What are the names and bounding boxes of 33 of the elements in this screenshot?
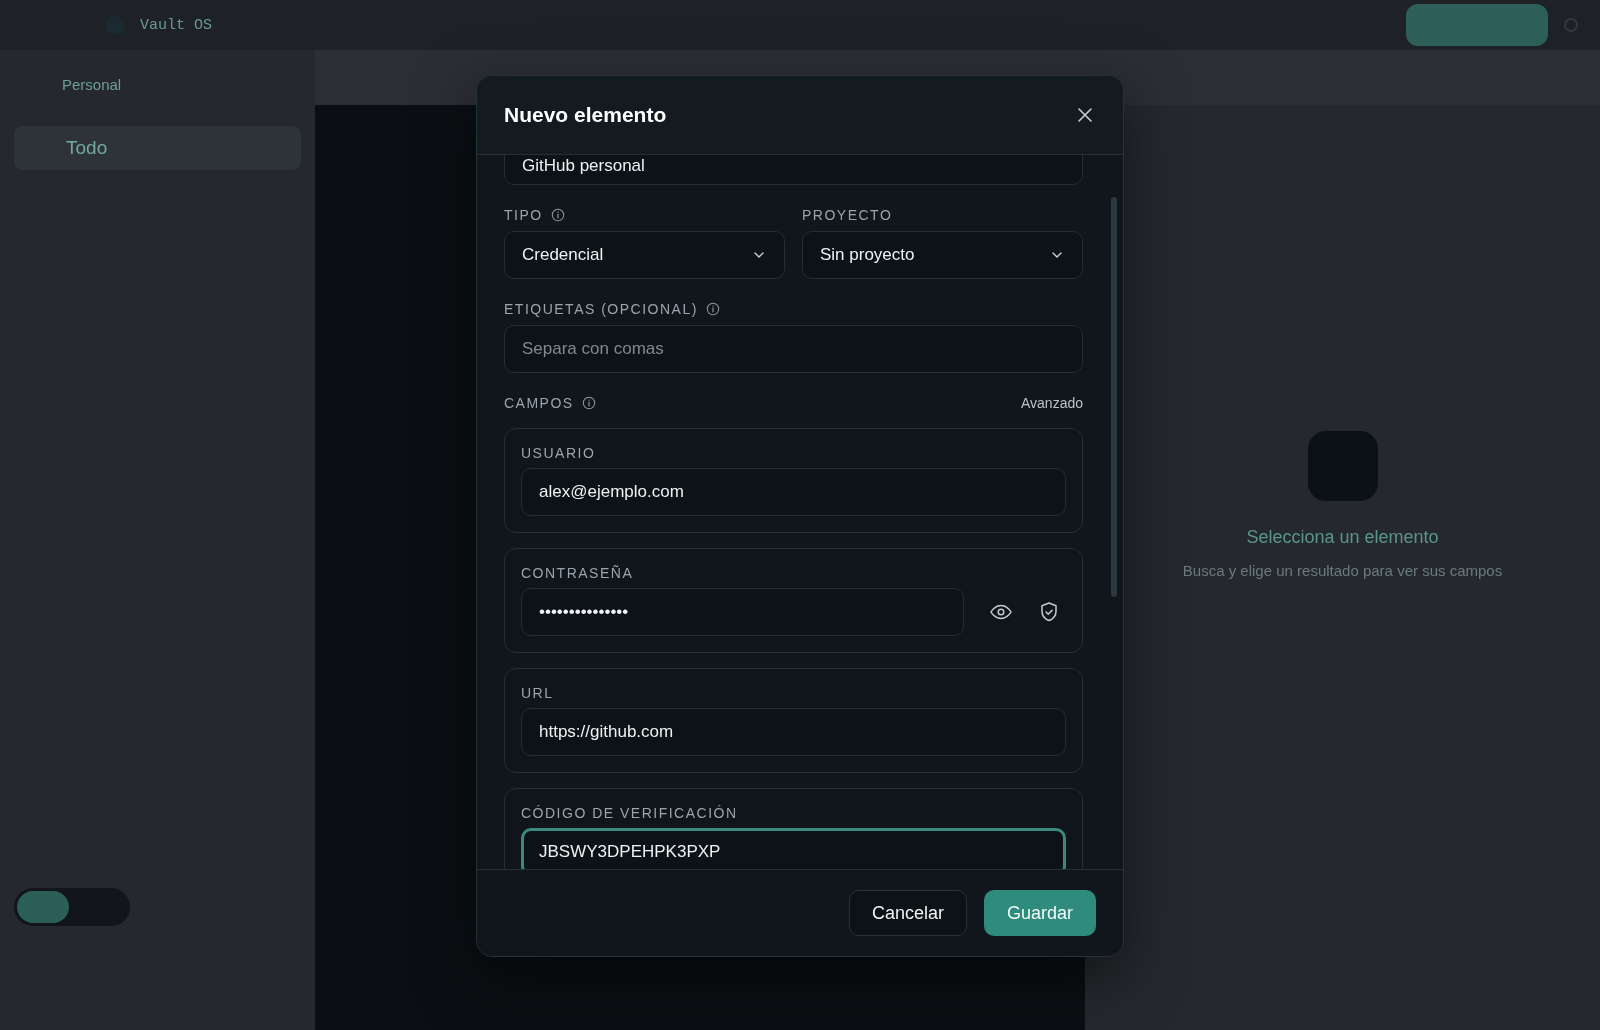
dialog-title: Nuevo elemento <box>504 103 667 127</box>
info-icon <box>550 208 565 222</box>
empty-state-title: Selecciona un elemento <box>1246 527 1439 548</box>
advanced-link[interactable]: Avanzado <box>1021 395 1083 411</box>
sidebar-item[interactable]: Todo <box>14 126 301 170</box>
field-label: PROYECTO <box>802 207 893 223</box>
field-label: URL <box>521 685 554 701</box>
close-button[interactable] <box>1075 105 1095 125</box>
field-label: CONTRASEÑA <box>521 565 634 581</box>
field-label: TIPO <box>504 207 543 223</box>
input-field[interactable]: alex@ejemplo.com <box>521 468 1066 516</box>
input-field[interactable]: https://github.com <box>521 708 1066 756</box>
tags-field[interactable]: Separa con comas <box>504 325 1083 373</box>
primary-button[interactable] <box>1406 4 1548 46</box>
field-label: CÓDIGO DE VERIFICACIÓN <box>521 805 738 821</box>
empty-state-text: Busca y elige un resultado para ver sus campos <box>1181 561 1504 581</box>
project-dropdown[interactable]: Sin proyecto <box>802 231 1083 279</box>
vault-selector[interactable]: Personal <box>14 64 301 104</box>
cancel-button[interactable]: Cancelar <box>848 890 967 936</box>
type-dropdown[interactable]: Credencial <box>504 231 785 279</box>
input-field[interactable]: JBSWY3DPEHPK3PXP <box>521 828 1066 869</box>
app-logo: Vault OS <box>140 16 212 34</box>
empty-state-icon <box>1307 431 1378 501</box>
section-label: CAMPOS <box>504 395 574 411</box>
save-button[interactable]: Guardar <box>983 890 1096 936</box>
password-field[interactable]: ••••••••••••••• <box>521 588 964 636</box>
scrollbar[interactable] <box>1111 197 1117 597</box>
theme-toggle[interactable] <box>14 888 130 926</box>
info-icon <box>581 396 596 410</box>
name-field[interactable]: GitHub personal <box>504 155 1083 185</box>
field-label: USUARIO <box>521 445 596 461</box>
field-label: ETIQUETAS (OPCIONAL) <box>504 301 698 317</box>
info-icon <box>705 302 720 316</box>
